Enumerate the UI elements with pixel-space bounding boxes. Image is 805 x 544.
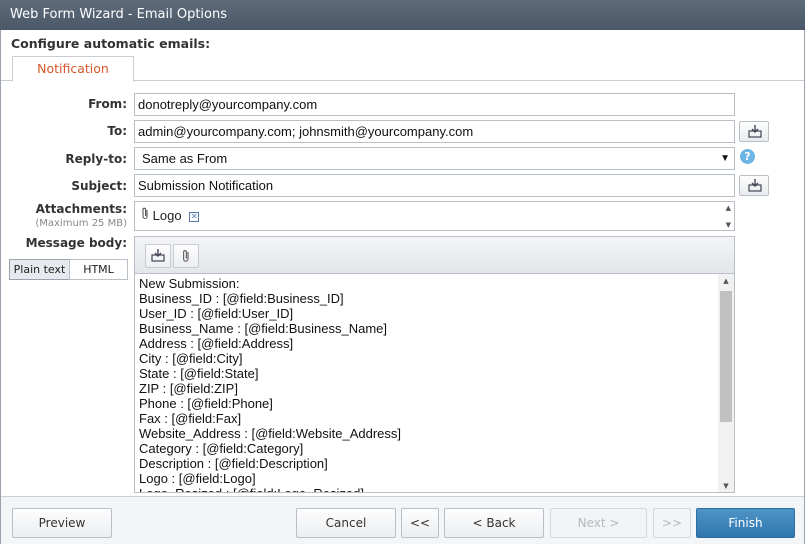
preview-button[interactable]: Preview <box>12 508 112 538</box>
editor-toolbar <box>134 236 735 274</box>
attachments-box[interactable]: Logo ✕ ▲ ▼ <box>134 201 735 231</box>
tab-notification[interactable]: Notification <box>12 56 134 82</box>
reply-to-label: Reply-to: <box>65 152 127 166</box>
subject-field[interactable]: Submission Notification <box>134 174 735 197</box>
scroll-up-icon[interactable]: ▲ <box>718 274 734 288</box>
subject-label: Subject: <box>71 179 127 193</box>
paperclip-icon <box>183 250 189 262</box>
attachment-name: Logo <box>152 208 182 223</box>
reply-to-select[interactable]: Same as From ▼ <box>134 147 735 170</box>
scroll-up-icon[interactable]: ▲ <box>726 204 731 212</box>
message-line: ZIP : [@field:ZIP] <box>139 381 238 396</box>
scroll-down-icon[interactable]: ▼ <box>726 221 731 229</box>
first-step-button[interactable]: << <box>401 508 439 538</box>
message-body-text: New Submission: Business_ID : [@field:Bus… <box>139 276 716 492</box>
scrollbar-thumb[interactable] <box>720 291 732 422</box>
message-line: Logo_Resized : [@field:Logo_Resized] <box>139 486 716 492</box>
message-line: Business_ID : [@field:Business_ID] <box>139 291 344 306</box>
window-title: Web Form Wizard - Email Options <box>0 0 805 30</box>
last-step-button[interactable]: >> <box>653 508 691 538</box>
insert-field-icon <box>748 179 762 192</box>
scroll-down-icon[interactable]: ▼ <box>718 479 734 492</box>
attach-file-button[interactable] <box>173 244 199 268</box>
message-line: Logo : [@field:Logo] <box>139 471 256 486</box>
cancel-button[interactable]: Cancel <box>296 508 396 538</box>
page-heading: Configure automatic emails: <box>11 36 211 51</box>
message-line: Website_Address : [@field:Website_Addres… <box>139 426 402 441</box>
attachments-label: Attachments: <box>35 202 127 216</box>
insert-field-icon <box>748 125 762 138</box>
message-line: New Submission: <box>139 276 240 291</box>
message-line: Phone : [@field:Phone] <box>139 396 273 411</box>
help-icon[interactable]: ? <box>740 149 755 164</box>
paperclip-icon <box>142 207 148 220</box>
wizard-footer: Preview Cancel << < Back Next > >> Finis… <box>1 496 804 544</box>
plain-text-toggle[interactable]: Plain text <box>9 259 70 280</box>
message-line: Description : [@field:Description] <box>139 456 328 471</box>
insert-field-button[interactable] <box>145 244 171 268</box>
message-line: Business_Name : [@field:Business_Name] <box>139 321 388 336</box>
remove-attachment-icon[interactable]: ✕ <box>189 211 200 222</box>
back-button[interactable]: < Back <box>444 508 544 538</box>
message-line: Address : [@field:Address] <box>139 336 294 351</box>
subject-insert-field-button[interactable] <box>739 175 769 196</box>
reply-to-value: Same as From <box>142 151 228 166</box>
attachments-size-limit: (Maximum 25 MB) <box>35 218 127 229</box>
from-label: From: <box>88 97 127 111</box>
message-line: City : [@field:City] <box>139 351 243 366</box>
editor-scrollbar[interactable]: ▲ ▼ <box>718 274 734 492</box>
insert-field-icon <box>151 249 165 262</box>
message-line: State : [@field:State] <box>139 366 259 381</box>
message-body-label: Message body: <box>25 236 127 250</box>
wizard-window: Configure automatic emails: Notification… <box>0 30 805 544</box>
to-label: To: <box>107 124 127 138</box>
chevron-down-icon: ▼ <box>720 153 730 164</box>
attachment-item[interactable]: Logo ✕ <box>141 207 200 223</box>
message-line: Fax : [@field:Fax] <box>139 411 242 426</box>
html-toggle[interactable]: HTML <box>69 259 128 280</box>
message-body-editor[interactable]: New Submission: Business_ID : [@field:Bus… <box>134 274 735 493</box>
message-line: Category : [@field:Category] <box>139 441 304 456</box>
finish-button[interactable]: Finish <box>696 508 795 538</box>
message-line: User_ID : [@field:User_ID] <box>139 306 294 321</box>
to-field[interactable]: admin@yourcompany.com; johnsmith@yourcom… <box>134 120 735 143</box>
from-field[interactable]: donotreply@yourcompany.com <box>134 93 735 116</box>
next-button[interactable]: Next > <box>550 508 647 538</box>
to-insert-field-button[interactable] <box>739 121 769 142</box>
